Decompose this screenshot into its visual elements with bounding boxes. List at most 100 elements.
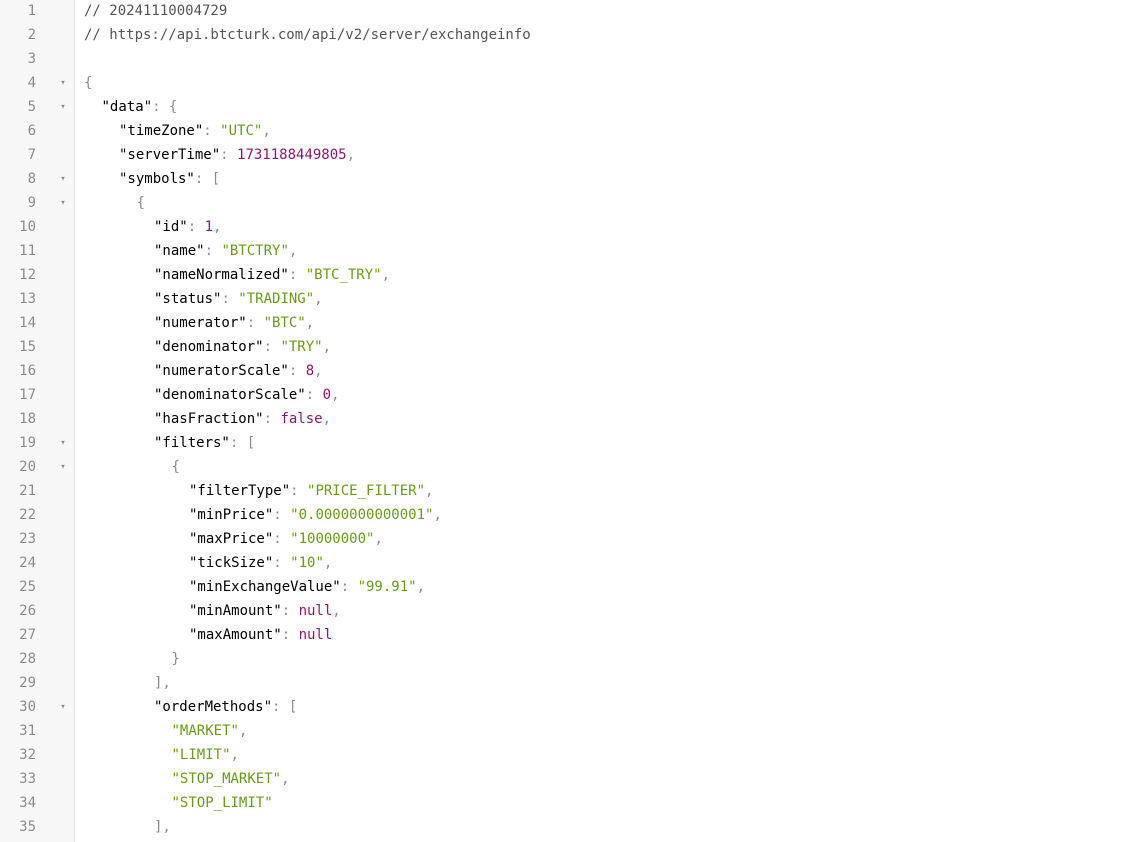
code-line: 1 // 20241110004729 <box>0 0 1125 23</box>
line-number: 25 <box>19 579 36 595</box>
code-line: 3 <box>0 47 1125 71</box>
line-number: 26 <box>19 603 36 619</box>
code-text: "filterType": "PRICE_FILTER", <box>189 479 433 503</box>
code-token: "nameNormalized" <box>154 267 289 283</box>
code-token: , <box>323 555 333 571</box>
line-number: 14 <box>19 315 36 331</box>
code-line: 31 "MARKET", <box>0 719 1125 743</box>
code-text: "STOP_LIMIT" <box>172 791 273 815</box>
code-line: 32 "LIMIT", <box>0 743 1125 767</box>
code-token: : <box>288 267 306 283</box>
code-line: 34 "STOP_LIMIT" <box>0 791 1125 815</box>
line-number: 10 <box>19 219 36 235</box>
code-text: "name": "BTCTRY", <box>154 239 297 263</box>
code-line: 6 "timeZone": "UTC", <box>0 119 1125 143</box>
line-number: 33 <box>19 771 36 787</box>
line-number: 12 <box>19 267 36 283</box>
code-token: : [ <box>194 171 221 187</box>
code-token: : { <box>152 99 178 115</box>
code-token: "UTC" <box>220 123 263 139</box>
fold-toggle-icon[interactable]: ▾ <box>58 455 68 479</box>
line-number: 13 <box>19 291 36 307</box>
code-line: 35], <box>0 815 1125 839</box>
code-token: : <box>246 315 264 331</box>
fold-toggle-icon[interactable]: ▾ <box>58 167 68 191</box>
code-text: "hasFraction": false, <box>154 407 331 431</box>
code-token: "hasFraction" <box>154 411 264 427</box>
code-token: "numeratorScale" <box>154 363 289 379</box>
code-token: : [ <box>272 699 298 715</box>
line-number: 16 <box>19 363 36 379</box>
line-number: 2 <box>27 27 36 43</box>
line-number: 30 <box>19 699 36 715</box>
code-editor[interactable]: 1 // 20241110004729 2 // https://api.btctur… <box>0 0 1125 842</box>
code-token: "STOP_LIMIT" <box>171 795 273 811</box>
code-line: 9 ▾ { <box>0 191 1125 215</box>
line-number: 9 <box>27 195 36 211</box>
code-text: "symbols": [ <box>119 167 220 191</box>
code-line: 10 "id": 1, <box>0 215 1125 239</box>
code-text: "filters": [ <box>154 431 255 455</box>
code-line: 30 ▾ "orderMethods": [ <box>0 695 1125 719</box>
code-line: 18 "hasFraction": false, <box>0 407 1125 431</box>
code-token: "STOP_MARKET" <box>171 771 282 787</box>
code-token: : <box>263 339 281 355</box>
code-token: "99.91" <box>357 579 417 595</box>
fold-toggle-icon[interactable]: ▾ <box>58 71 68 95</box>
code-token: "minExchangeValue" <box>189 579 341 595</box>
code-text: "minAmount": null, <box>189 599 341 623</box>
code-text: "MARKET", <box>172 719 248 743</box>
code-token: , <box>305 315 315 331</box>
code-token: "denominatorScale" <box>154 387 306 403</box>
code-token: ], <box>154 819 171 835</box>
line-number: 24 <box>19 555 36 571</box>
code-text: { <box>172 455 180 479</box>
code-text: "data": { <box>102 95 178 119</box>
fold-toggle-icon[interactable]: ▾ <box>58 95 68 119</box>
fold-toggle-icon[interactable]: ▾ <box>58 191 68 215</box>
code-token: , <box>213 219 222 235</box>
code-text: // 20241110004729 <box>84 0 227 23</box>
line-number: 6 <box>27 123 36 139</box>
code-token: : <box>220 147 238 163</box>
line-number: 31 <box>19 723 36 739</box>
code-text: "timeZone": "UTC", <box>119 119 271 143</box>
code-token: : <box>288 363 306 379</box>
line-number: 5 <box>27 99 36 115</box>
code-token: , <box>416 579 426 595</box>
fold-toggle-icon[interactable]: ▾ <box>58 431 68 455</box>
code-token: "MARKET" <box>171 723 239 739</box>
code-token: 1 <box>204 219 214 235</box>
code-line: 12 "nameNormalized": "BTC_TRY", <box>0 263 1125 287</box>
code-text: ], <box>154 671 171 695</box>
code-text: "denominatorScale": 0, <box>154 383 339 407</box>
code-token: 8 <box>305 363 315 379</box>
line-number: 8 <box>27 171 36 187</box>
code-line: 20 ▾ { <box>0 455 1125 479</box>
code-text: "numeratorScale": 8, <box>154 359 323 383</box>
code-text: "minPrice": "0.0000000000001", <box>189 503 442 527</box>
line-number: 22 <box>19 507 36 523</box>
code-token: : <box>281 627 299 643</box>
code-text: "nameNormalized": "BTC_TRY", <box>154 263 390 287</box>
code-text: // https://api.btcturk.com/api/v2/server… <box>84 23 531 47</box>
code-token: : <box>273 507 291 523</box>
fold-toggle-icon[interactable]: ▾ <box>58 695 68 719</box>
code-line: 33 "STOP_MARKET", <box>0 767 1125 791</box>
line-number: 23 <box>19 531 36 547</box>
code-token: "LIMIT" <box>171 747 231 763</box>
code-token: null <box>298 627 333 643</box>
code-line: 24 "tickSize": "10", <box>0 551 1125 575</box>
code-token: "BTCTRY" <box>221 243 289 259</box>
code-token: "symbols" <box>119 171 195 187</box>
code-text: "STOP_MARKET", <box>172 767 290 791</box>
code-token: // https://api.btcturk.com/api/v2/server… <box>84 27 531 43</box>
code-line: 27 "maxAmount": null <box>0 623 1125 647</box>
code-token: , <box>314 363 323 379</box>
code-line: 11 "name": "BTCTRY", <box>0 239 1125 263</box>
code-text: "status": "TRADING", <box>154 287 323 311</box>
code-token: , <box>281 771 290 787</box>
line-number: 29 <box>19 675 36 691</box>
code-token: , <box>322 339 332 355</box>
code-token: false <box>280 411 323 427</box>
